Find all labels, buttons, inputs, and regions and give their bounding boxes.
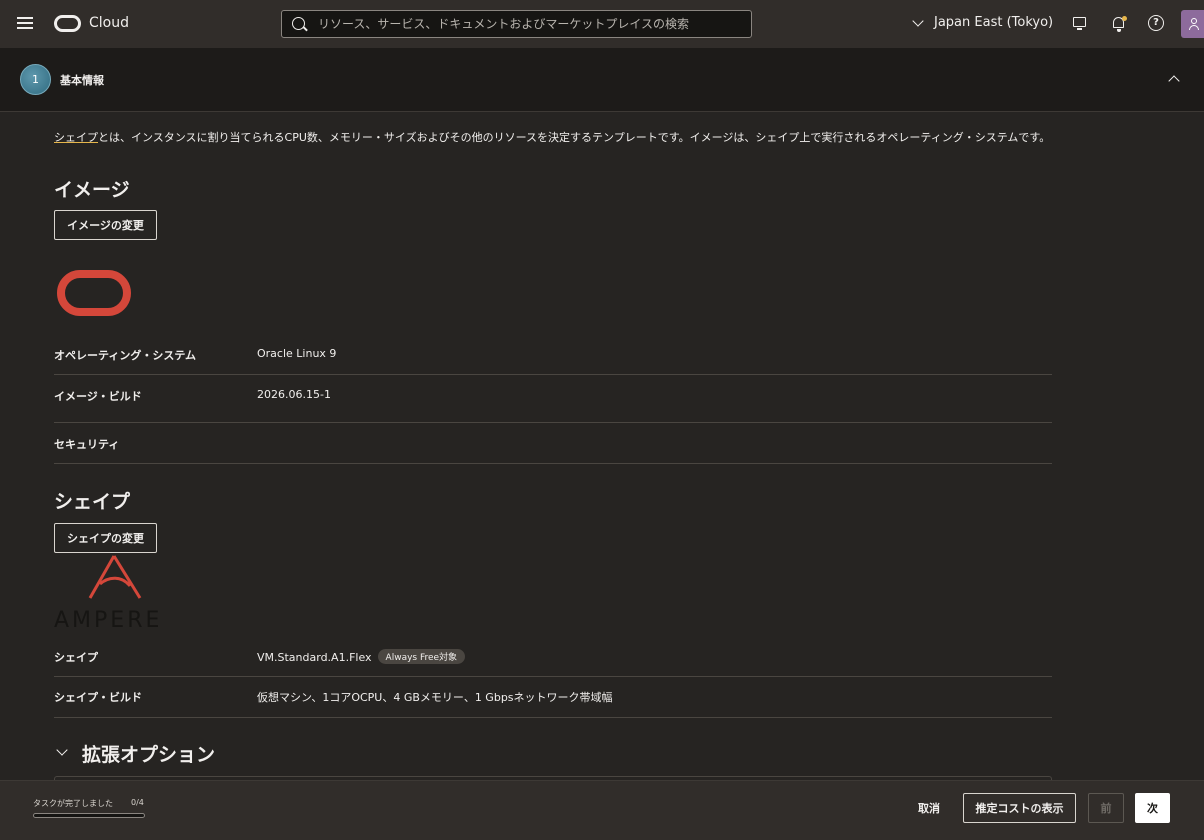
- notification-bell-icon[interactable]: [1110, 15, 1128, 33]
- notification-dot: [1122, 16, 1127, 21]
- cancel-button[interactable]: 取消: [906, 793, 952, 823]
- cloud-shell-icon[interactable]: [1071, 15, 1089, 33]
- divider: [54, 717, 1052, 718]
- show-estimated-cost-button[interactable]: 推定コストの表示: [963, 793, 1076, 823]
- image-build-value: 2026.06.15-1: [257, 388, 331, 401]
- shape-help-link[interactable]: シェイプ: [54, 131, 98, 144]
- search-input[interactable]: [318, 15, 738, 33]
- shape-value-container: VM.Standard.A1.Flex Always Free対象: [257, 649, 466, 664]
- chevron-down-icon: [912, 14, 924, 27]
- change-shape-button[interactable]: シェイプの変更: [54, 523, 157, 553]
- image-build-row: イメージ・ビルド 2026.06.15-1: [54, 388, 1052, 403]
- wizard-footer: タスクが完了しました 0/4 取消 推定コストの表示 前 次: [0, 780, 1204, 840]
- oracle-os-logo: [57, 270, 131, 316]
- chevron-up-icon[interactable]: [1168, 75, 1180, 87]
- next-button[interactable]: 次: [1135, 793, 1170, 823]
- progress-bar: [33, 813, 145, 818]
- change-image-button[interactable]: イメージの変更: [54, 210, 157, 240]
- progress-label: タスクが完了しました: [33, 799, 113, 808]
- search-icon: [292, 17, 305, 30]
- os-row: オペレーティング・システム Oracle Linux 9: [54, 347, 1052, 362]
- intro-text: シェイプとは、インスタンスに割り当てられるCPU数、メモリー・サイズおよびその他…: [54, 130, 1054, 146]
- chevron-down-icon[interactable]: [56, 744, 68, 756]
- step-badge: 1: [20, 64, 51, 95]
- divider: [54, 374, 1052, 375]
- ampere-wordmark: AMPERE: [54, 608, 163, 633]
- image-heading: イメージ: [54, 179, 130, 201]
- shape-build-row: シェイプ・ビルド 仮想マシン、1コアOCPU、4 GBメモリー、1 Gbpsネッ…: [54, 689, 1052, 704]
- divider: [54, 676, 1052, 677]
- top-navigation-bar: Cloud Japan East (Tokyo) ?: [0, 0, 1204, 48]
- always-free-badge: Always Free対象: [377, 649, 466, 664]
- section-header[interactable]: 1 基本情報: [0, 48, 1204, 112]
- brand-name[interactable]: Cloud: [89, 15, 129, 31]
- shape-label: シェイプ: [54, 651, 98, 664]
- os-value: Oracle Linux 9: [257, 347, 337, 360]
- shape-build-value: 仮想マシン、1コアOCPU、4 GBメモリー、1 Gbpsネットワーク帯域幅: [257, 691, 613, 704]
- region-selector[interactable]: Japan East (Tokyo): [912, 14, 1054, 30]
- ampere-mark-icon: [88, 555, 142, 599]
- region-label: Japan East (Tokyo): [934, 15, 1054, 30]
- profile-avatar[interactable]: [1181, 10, 1204, 38]
- section-title: 基本情報: [60, 74, 104, 87]
- os-label: オペレーティング・システム: [54, 349, 197, 362]
- security-row: セキュリティ: [54, 436, 1052, 451]
- shape-row: シェイプ VM.Standard.A1.Flex Always Free対象: [54, 649, 1052, 664]
- search-box[interactable]: [281, 10, 752, 38]
- divider: [54, 422, 1052, 423]
- progress-count: 0/4: [131, 798, 144, 807]
- image-build-label: イメージ・ビルド: [54, 390, 142, 403]
- ampere-logo: AMPERE: [54, 554, 176, 634]
- shape-build-label: シェイプ・ビルド: [54, 691, 142, 704]
- previous-button[interactable]: 前: [1088, 793, 1124, 823]
- help-icon[interactable]: ?: [1148, 15, 1164, 31]
- oracle-logo-icon[interactable]: [54, 15, 81, 32]
- shape-value: VM.Standard.A1.Flex: [257, 651, 372, 664]
- security-label: セキュリティ: [54, 438, 120, 451]
- advanced-options-heading[interactable]: 拡張オプション: [82, 740, 215, 767]
- divider: [54, 463, 1052, 464]
- intro-body: とは、インスタンスに割り当てられるCPU数、メモリー・サイズおよびその他のリソー…: [98, 131, 1051, 144]
- shape-heading: シェイプ: [54, 491, 131, 513]
- menu-icon[interactable]: [17, 17, 33, 31]
